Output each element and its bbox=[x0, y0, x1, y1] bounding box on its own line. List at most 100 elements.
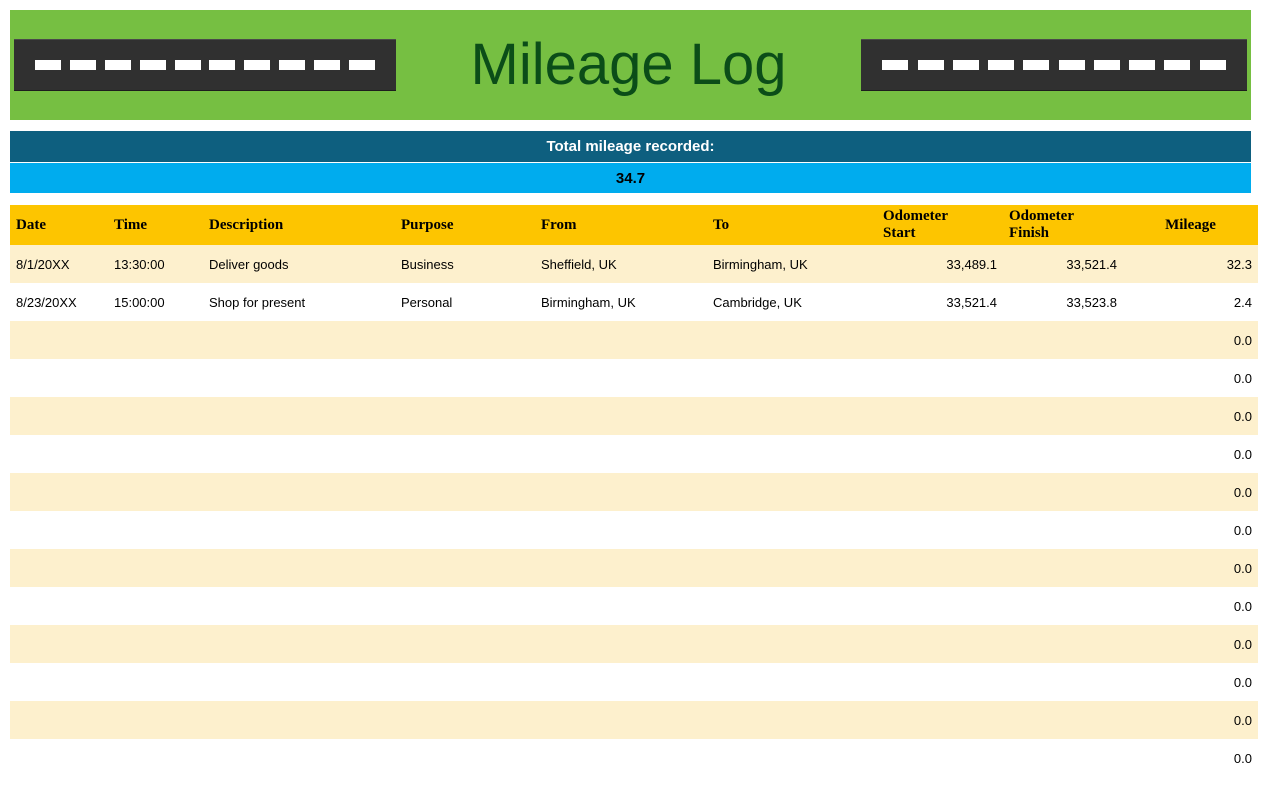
table-row[interactable]: 8/23/20XX 15:00:00 Shop for present Persona… bbox=[10, 283, 1258, 321]
cell-odometer-finish[interactable] bbox=[1003, 473, 1123, 511]
column-header-from[interactable]: From bbox=[535, 205, 707, 245]
cell-odometer-start[interactable] bbox=[877, 473, 1003, 511]
cell-purpose[interactable] bbox=[395, 663, 535, 701]
cell-odometer-finish[interactable] bbox=[1003, 435, 1123, 473]
cell-odometer-finish[interactable] bbox=[1003, 663, 1123, 701]
cell-mileage[interactable]: 0.0 bbox=[1123, 701, 1258, 739]
cell-date[interactable] bbox=[10, 625, 108, 663]
column-header-date[interactable]: Date bbox=[10, 205, 108, 245]
cell-odometer-finish[interactable] bbox=[1003, 511, 1123, 549]
cell-mileage[interactable]: 0.0 bbox=[1123, 359, 1258, 397]
cell-time[interactable]: 15:00:00 bbox=[108, 283, 203, 321]
cell-purpose[interactable] bbox=[395, 701, 535, 739]
cell-from[interactable] bbox=[535, 587, 707, 625]
cell-mileage[interactable]: 0.0 bbox=[1123, 473, 1258, 511]
cell-odometer-start[interactable] bbox=[877, 625, 1003, 663]
cell-purpose[interactable]: Personal bbox=[395, 283, 535, 321]
cell-from[interactable] bbox=[535, 511, 707, 549]
cell-odometer-finish[interactable] bbox=[1003, 587, 1123, 625]
cell-purpose[interactable] bbox=[395, 587, 535, 625]
cell-from[interactable] bbox=[535, 625, 707, 663]
cell-purpose[interactable] bbox=[395, 625, 535, 663]
column-header-description[interactable]: Description bbox=[203, 205, 395, 245]
cell-date[interactable] bbox=[10, 587, 108, 625]
cell-to[interactable] bbox=[707, 359, 877, 397]
cell-odometer-start[interactable] bbox=[877, 359, 1003, 397]
cell-mileage[interactable]: 32.3 bbox=[1123, 245, 1258, 283]
cell-description[interactable] bbox=[203, 435, 395, 473]
cell-to[interactable] bbox=[707, 701, 877, 739]
cell-from[interactable] bbox=[535, 701, 707, 739]
cell-to[interactable] bbox=[707, 321, 877, 359]
cell-description[interactable] bbox=[203, 587, 395, 625]
cell-odometer-finish[interactable] bbox=[1003, 739, 1123, 777]
cell-time[interactable] bbox=[108, 473, 203, 511]
cell-description[interactable] bbox=[203, 511, 395, 549]
cell-to[interactable] bbox=[707, 435, 877, 473]
cell-odometer-start[interactable] bbox=[877, 549, 1003, 587]
cell-odometer-start[interactable] bbox=[877, 511, 1003, 549]
cell-description[interactable] bbox=[203, 321, 395, 359]
table-row[interactable]: 0.0 bbox=[10, 625, 1258, 663]
cell-description[interactable] bbox=[203, 663, 395, 701]
cell-from[interactable]: Birmingham, UK bbox=[535, 283, 707, 321]
cell-purpose[interactable] bbox=[395, 511, 535, 549]
cell-odometer-start[interactable] bbox=[877, 435, 1003, 473]
cell-purpose[interactable] bbox=[395, 473, 535, 511]
table-row[interactable]: 0.0 bbox=[10, 397, 1258, 435]
cell-from[interactable] bbox=[535, 663, 707, 701]
cell-to[interactable] bbox=[707, 473, 877, 511]
cell-date[interactable] bbox=[10, 435, 108, 473]
cell-mileage[interactable]: 0.0 bbox=[1123, 511, 1258, 549]
cell-description[interactable] bbox=[203, 625, 395, 663]
cell-time[interactable] bbox=[108, 663, 203, 701]
cell-date[interactable] bbox=[10, 473, 108, 511]
cell-odometer-finish[interactable] bbox=[1003, 359, 1123, 397]
cell-odometer-start[interactable] bbox=[877, 663, 1003, 701]
cell-to[interactable]: Cambridge, UK bbox=[707, 283, 877, 321]
column-header-to[interactable]: To bbox=[707, 205, 877, 245]
column-header-odometer-finish[interactable]: Odometer Finish bbox=[1003, 205, 1123, 245]
cell-date[interactable] bbox=[10, 511, 108, 549]
cell-description[interactable] bbox=[203, 739, 395, 777]
table-row[interactable]: 0.0 bbox=[10, 473, 1258, 511]
table-row[interactable]: 0.0 bbox=[10, 663, 1258, 701]
cell-purpose[interactable] bbox=[395, 549, 535, 587]
cell-mileage[interactable]: 0.0 bbox=[1123, 321, 1258, 359]
cell-purpose[interactable] bbox=[395, 435, 535, 473]
cell-to[interactable]: Birmingham, UK bbox=[707, 245, 877, 283]
cell-to[interactable] bbox=[707, 625, 877, 663]
table-row[interactable]: 0.0 bbox=[10, 587, 1258, 625]
cell-description[interactable] bbox=[203, 359, 395, 397]
column-header-purpose[interactable]: Purpose bbox=[395, 205, 535, 245]
table-row[interactable]: 0.0 bbox=[10, 739, 1258, 777]
cell-odometer-start[interactable] bbox=[877, 739, 1003, 777]
cell-time[interactable] bbox=[108, 321, 203, 359]
cell-mileage[interactable]: 0.0 bbox=[1123, 587, 1258, 625]
cell-date[interactable] bbox=[10, 739, 108, 777]
cell-purpose[interactable] bbox=[395, 359, 535, 397]
cell-description[interactable] bbox=[203, 473, 395, 511]
cell-to[interactable] bbox=[707, 511, 877, 549]
cell-from[interactable] bbox=[535, 359, 707, 397]
cell-time[interactable] bbox=[108, 701, 203, 739]
table-row[interactable]: 0.0 bbox=[10, 701, 1258, 739]
cell-to[interactable] bbox=[707, 663, 877, 701]
cell-to[interactable] bbox=[707, 549, 877, 587]
cell-time[interactable] bbox=[108, 625, 203, 663]
cell-date[interactable] bbox=[10, 549, 108, 587]
cell-from[interactable] bbox=[535, 739, 707, 777]
table-row[interactable]: 0.0 bbox=[10, 511, 1258, 549]
cell-odometer-finish[interactable] bbox=[1003, 321, 1123, 359]
cell-odometer-finish[interactable] bbox=[1003, 701, 1123, 739]
cell-time[interactable] bbox=[108, 359, 203, 397]
table-row[interactable]: 0.0 bbox=[10, 435, 1258, 473]
cell-date[interactable]: 8/23/20XX bbox=[10, 283, 108, 321]
cell-time[interactable] bbox=[108, 739, 203, 777]
cell-time[interactable] bbox=[108, 397, 203, 435]
cell-description[interactable] bbox=[203, 549, 395, 587]
cell-odometer-start[interactable] bbox=[877, 701, 1003, 739]
cell-mileage[interactable]: 0.0 bbox=[1123, 739, 1258, 777]
cell-date[interactable]: 8/1/20XX bbox=[10, 245, 108, 283]
cell-from[interactable]: Sheffield, UK bbox=[535, 245, 707, 283]
